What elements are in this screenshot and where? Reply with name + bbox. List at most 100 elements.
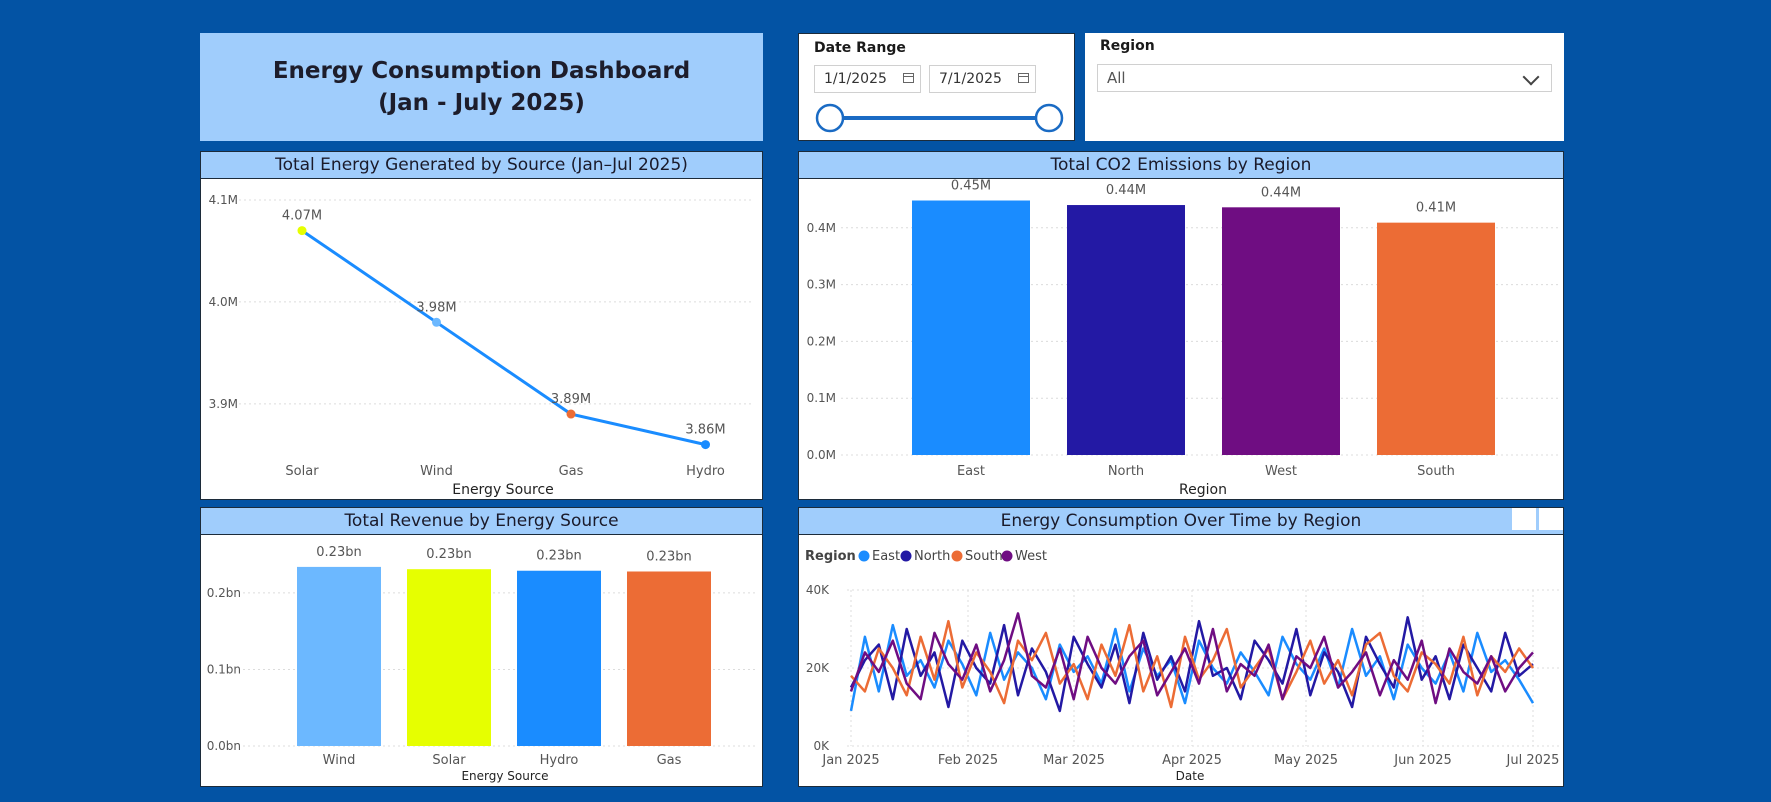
revenue-by-source-chart: 0.0bn 0.1bn 0.2bn 0.23bn Wind 0.23bn Solar 0.23… bbox=[207, 545, 756, 783]
x-tick-label: Hydro bbox=[686, 464, 725, 479]
more-options-icon[interactable] bbox=[1539, 508, 1563, 530]
y-tick-label: 0.4M bbox=[807, 221, 836, 235]
data-point bbox=[432, 317, 441, 327]
series-line bbox=[301, 229, 706, 447]
x-tick-label: Jul 2025 bbox=[1506, 753, 1560, 768]
data-label: 0.23bn bbox=[646, 549, 691, 564]
legend-marker bbox=[900, 550, 912, 562]
energy-by-source-panel: Total Energy Generated by Source (Jan–Ju… bbox=[200, 151, 763, 500]
bar bbox=[912, 200, 1030, 455]
bar bbox=[407, 569, 491, 746]
x-axis-title: Date bbox=[1176, 769, 1205, 783]
data-label: 0.23bn bbox=[316, 545, 361, 560]
dashboard-title-box: Energy Consumption Dashboard (Jan - July… bbox=[200, 33, 763, 141]
end-date-input[interactable]: 7/1/2025 bbox=[929, 65, 1036, 93]
data-label: 0.45M bbox=[951, 178, 991, 193]
x-tick-label: East bbox=[957, 464, 985, 479]
x-tick-label: Gas bbox=[657, 753, 682, 768]
region-dropdown[interactable]: All bbox=[1097, 64, 1552, 92]
data-label: 4.07M bbox=[282, 209, 322, 224]
data-point bbox=[701, 440, 710, 450]
data-label: 0.44M bbox=[1261, 185, 1301, 200]
x-tick-label: Feb 2025 bbox=[938, 753, 998, 768]
data-point bbox=[297, 226, 307, 236]
legend-marker bbox=[951, 550, 963, 562]
legend-marker bbox=[858, 550, 870, 562]
x-tick-label: Hydro bbox=[540, 753, 579, 768]
co2-by-region-chart: 0.0M 0.1M 0.2M 0.3M 0.4M 0.45M East 0.44M North 0… bbox=[807, 178, 1559, 498]
data-label: 0.41M bbox=[1416, 201, 1456, 216]
data-label: 3.86M bbox=[685, 423, 725, 438]
legend-label: North bbox=[914, 549, 950, 564]
y-tick-label: 4.1M bbox=[209, 193, 238, 207]
focus-mode-icon[interactable] bbox=[1512, 508, 1536, 530]
calendar-icon[interactable] bbox=[1018, 73, 1029, 83]
slider-end-handle[interactable] bbox=[1034, 103, 1064, 133]
chart-title: Total Energy Generated by Source (Jan–Ju… bbox=[201, 152, 762, 179]
x-tick-label: West bbox=[1265, 464, 1297, 479]
x-tick-label: Solar bbox=[432, 753, 466, 768]
x-tick-label: Gas bbox=[559, 464, 584, 479]
y-tick-label: 40K bbox=[806, 583, 830, 597]
data-point bbox=[566, 409, 576, 419]
x-tick-label: South bbox=[1417, 464, 1455, 479]
date-range-slider[interactable] bbox=[799, 98, 1074, 138]
consumption-over-time-panel: Energy Consumption Over Time by Region 0… bbox=[798, 507, 1564, 787]
y-tick-label: 0.3M bbox=[807, 278, 836, 292]
consumption-over-time-chart: 0K 20K 40K Jan 2025 Feb 2025 Mar 2025 Apr 2025… bbox=[805, 549, 1560, 783]
y-tick-label: 0.2M bbox=[807, 334, 836, 348]
y-tick-label: 20K bbox=[806, 661, 830, 675]
y-tick-label: 0.0bn bbox=[207, 739, 241, 753]
dashboard-title: Energy Consumption Dashboard bbox=[272, 58, 691, 84]
bar bbox=[297, 566, 381, 746]
x-axis-title: Region bbox=[1179, 482, 1227, 498]
data-label: 3.98M bbox=[416, 300, 456, 315]
y-tick-label: 0K bbox=[813, 739, 830, 753]
slider-start-handle[interactable] bbox=[815, 103, 845, 133]
legend-label: West bbox=[1015, 549, 1047, 564]
bar bbox=[1222, 207, 1340, 455]
data-label: 3.89M bbox=[551, 392, 591, 407]
start-date-value: 1/1/2025 bbox=[824, 71, 887, 87]
legend-title: Region bbox=[805, 549, 856, 564]
date-range-label: Date Range bbox=[814, 40, 906, 56]
dashboard-subtitle: (Jan - July 2025) bbox=[378, 90, 585, 116]
date-range-slicer: Date Range 1/1/2025 7/1/2025 bbox=[798, 33, 1075, 141]
chart-title: Energy Consumption Over Time by Region bbox=[799, 508, 1563, 535]
x-tick-label: Wind bbox=[323, 753, 356, 768]
x-tick-label: Solar bbox=[285, 464, 319, 479]
x-tick-label: Jun 2025 bbox=[1393, 753, 1452, 768]
co2-by-region-panel: Total CO2 Emissions by Region 0.0M 0.1M 0.… bbox=[798, 151, 1564, 500]
x-tick-label: Jan 2025 bbox=[821, 753, 879, 768]
start-date-input[interactable]: 1/1/2025 bbox=[814, 65, 921, 93]
bar bbox=[627, 571, 711, 746]
chevron-down-icon[interactable] bbox=[1522, 68, 1540, 86]
region-dropdown-value: All bbox=[1107, 69, 1126, 87]
y-tick-label: 3.9M bbox=[209, 397, 238, 411]
bar bbox=[1067, 205, 1185, 455]
x-axis-title: Energy Source bbox=[461, 769, 548, 783]
end-date-value: 7/1/2025 bbox=[939, 71, 1002, 87]
data-label: 0.23bn bbox=[536, 549, 581, 564]
region-label: Region bbox=[1100, 38, 1155, 54]
bar bbox=[517, 570, 601, 746]
y-tick-label: 0.2bn bbox=[207, 586, 241, 600]
revenue-by-source-panel: Total Revenue by Energy Source 0.0bn 0.1b… bbox=[200, 507, 763, 787]
x-tick-label: May 2025 bbox=[1274, 753, 1338, 768]
data-label: 0.23bn bbox=[426, 547, 471, 562]
calendar-icon[interactable] bbox=[903, 73, 914, 83]
x-axis-title: Energy Source bbox=[452, 482, 554, 498]
bar bbox=[1377, 222, 1495, 455]
chart-title: Total CO2 Emissions by Region bbox=[799, 152, 1563, 179]
y-tick-label: 4.0M bbox=[209, 295, 238, 309]
x-tick-label: North bbox=[1108, 464, 1144, 479]
legend-label: East bbox=[872, 549, 900, 564]
x-tick-label: Mar 2025 bbox=[1043, 753, 1105, 768]
y-tick-label: 0.0M bbox=[807, 448, 836, 462]
energy-by-source-chart: 3.9M 4.0M 4.1M 4.07M Solar 3.98M Wind 3.89M Gas 3… bbox=[209, 193, 751, 498]
y-tick-label: 0.1bn bbox=[207, 662, 241, 676]
legend-marker bbox=[1001, 550, 1013, 562]
y-tick-label: 0.1M bbox=[807, 391, 836, 405]
chart-title: Total Revenue by Energy Source bbox=[201, 508, 762, 535]
legend-label: South bbox=[965, 549, 1003, 564]
